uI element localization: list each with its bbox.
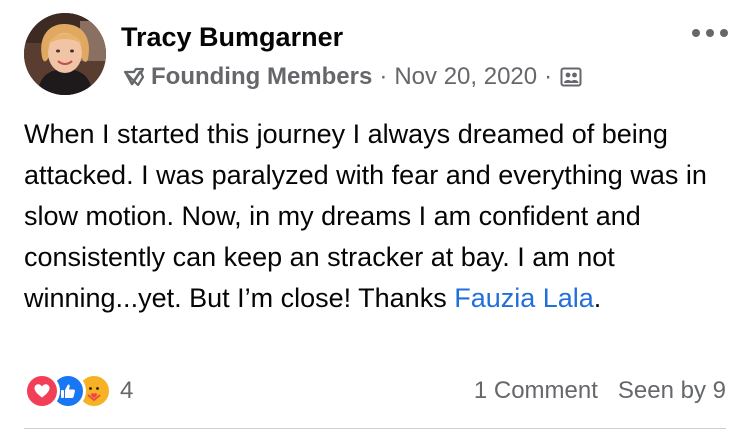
reactions-summary[interactable]: 4 [24, 373, 133, 409]
group-name-link[interactable]: Founding Members [151, 63, 372, 91]
post-text: When I started this journey I always dre… [24, 119, 707, 313]
comments-count-link[interactable]: 1 Comment [474, 377, 598, 405]
badge-check-icon [121, 64, 147, 90]
meta-separator: · [544, 63, 553, 90]
author-avatar[interactable] [24, 13, 106, 95]
more-horizontal-icon-dot [720, 29, 728, 37]
post-footer: 4 1 Comment Seen by 9 [24, 371, 726, 411]
meta-separator: · [379, 63, 388, 90]
seen-by-link[interactable]: Seen by 9 [618, 377, 726, 405]
mention-link[interactable]: Fauzia Lala [454, 283, 594, 313]
author-name[interactable]: Tracy Bumgarner [121, 22, 343, 53]
post-text-end: . [593, 283, 602, 313]
more-horizontal-icon-dot [706, 29, 714, 37]
more-horizontal-icon-dot [692, 29, 700, 37]
more-options-button[interactable] [692, 24, 728, 42]
reaction-count: 4 [120, 377, 134, 404]
group-post: Tracy Bumgarner Founding Members · Nov 2… [0, 0, 750, 436]
avatar-photo [24, 13, 106, 95]
post-date[interactable]: Nov 20, 2020 [394, 63, 537, 91]
post-body: When I started this journey I always dre… [24, 114, 724, 319]
members-group-icon[interactable] [560, 66, 582, 88]
post-meta: Founding Members · Nov 20, 2020 · [121, 63, 582, 91]
post-stats: 1 Comment Seen by 9 [474, 377, 726, 405]
love-reaction-icon [24, 373, 60, 409]
divider [24, 428, 726, 429]
